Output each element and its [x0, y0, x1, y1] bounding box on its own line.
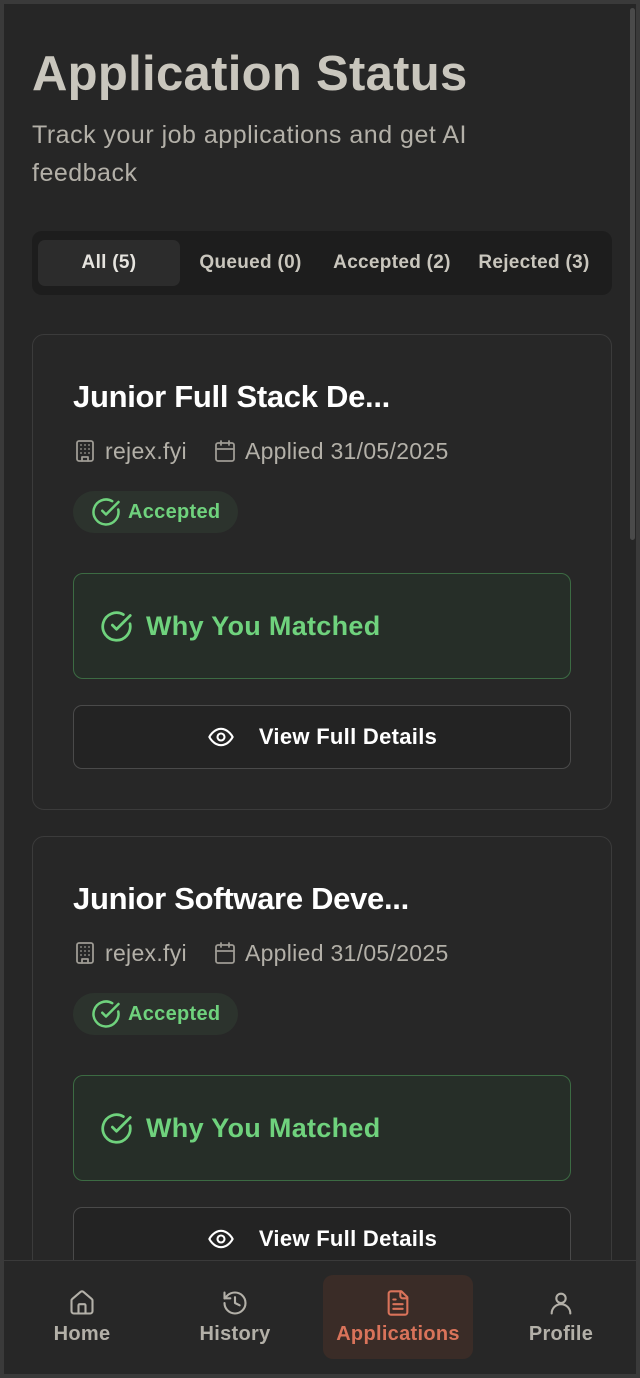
view-details-label: View Full Details [258, 1226, 438, 1251]
calendar-icon [213, 941, 237, 965]
eye-icon [207, 723, 235, 751]
application-meta: rejex.fyi Applied 31/05/2025 [73, 937, 449, 969]
application-card: Junior Full Stack De... rejex.fyi Applie… [32, 334, 612, 810]
eye-icon [207, 1225, 235, 1253]
why-matched-section[interactable]: Why You Matched [73, 573, 571, 679]
status-label: Accepted [128, 1002, 221, 1025]
check-circle-icon [91, 999, 121, 1029]
why-matched-label: Why You Matched [146, 610, 381, 641]
app-screen: Application Status Track your job applic… [4, 4, 636, 1374]
tab-rejected[interactable]: Rejected (3) [463, 240, 605, 286]
document-icon [384, 1289, 412, 1317]
application-card: Junior Software Deve... rejex.fyi Applie… [32, 836, 612, 1312]
nav-item-home[interactable]: Home [32, 1275, 132, 1359]
check-circle-icon [100, 610, 133, 643]
view-details-button[interactable]: View Full Details [73, 705, 571, 769]
scrollbar-thumb[interactable] [630, 8, 635, 540]
page-title: Application Status [32, 47, 468, 101]
page-subtitle: Track your job applications and get AI f… [32, 121, 467, 187]
status-label: Accepted [128, 500, 221, 523]
nav-label-profile: Profile [528, 1322, 594, 1345]
why-matched-label: Why You Matched [146, 1112, 381, 1143]
tab-accepted[interactable]: Accepted (2) [321, 240, 463, 286]
tab-all[interactable]: All (5) [38, 240, 180, 286]
view-details-label: View Full Details [258, 724, 438, 749]
check-circle-icon [91, 497, 121, 527]
check-circle-icon [100, 1112, 133, 1145]
company-name: rejex.fyi [105, 939, 187, 966]
nav-label-home: Home [53, 1322, 111, 1345]
company-name: rejex.fyi [105, 437, 187, 464]
applied-date: Applied 31/05/2025 [244, 437, 449, 464]
home-icon [68, 1289, 96, 1317]
job-title: Junior Full Stack De... [73, 379, 390, 414]
nav-label-history: History [199, 1322, 271, 1345]
building-icon [73, 941, 97, 965]
application-meta: rejex.fyi Applied 31/05/2025 [73, 435, 449, 467]
nav-label-applications: Applications [336, 1322, 460, 1345]
job-title: Junior Software Deve... [73, 881, 409, 916]
applied-date: Applied 31/05/2025 [244, 939, 449, 966]
status-badge: Accepted [73, 491, 239, 533]
building-icon [73, 439, 97, 463]
nav-item-profile[interactable]: Profile [512, 1275, 610, 1359]
user-icon [547, 1289, 575, 1317]
scrollbar[interactable] [628, 4, 636, 1260]
history-icon [221, 1289, 249, 1317]
nav-item-applications[interactable]: Applications [323, 1275, 473, 1359]
status-badge: Accepted [73, 993, 239, 1035]
why-matched-section[interactable]: Why You Matched [73, 1075, 571, 1181]
tab-queued[interactable]: Queued (0) [180, 240, 321, 286]
nav-item-history[interactable]: History [182, 1275, 288, 1359]
bottom-nav: Home History Applications Profile [4, 1260, 636, 1374]
calendar-icon [213, 439, 237, 463]
status-filter-tabs: All (5) Queued (0) Accepted (2) Rejected… [32, 231, 612, 295]
